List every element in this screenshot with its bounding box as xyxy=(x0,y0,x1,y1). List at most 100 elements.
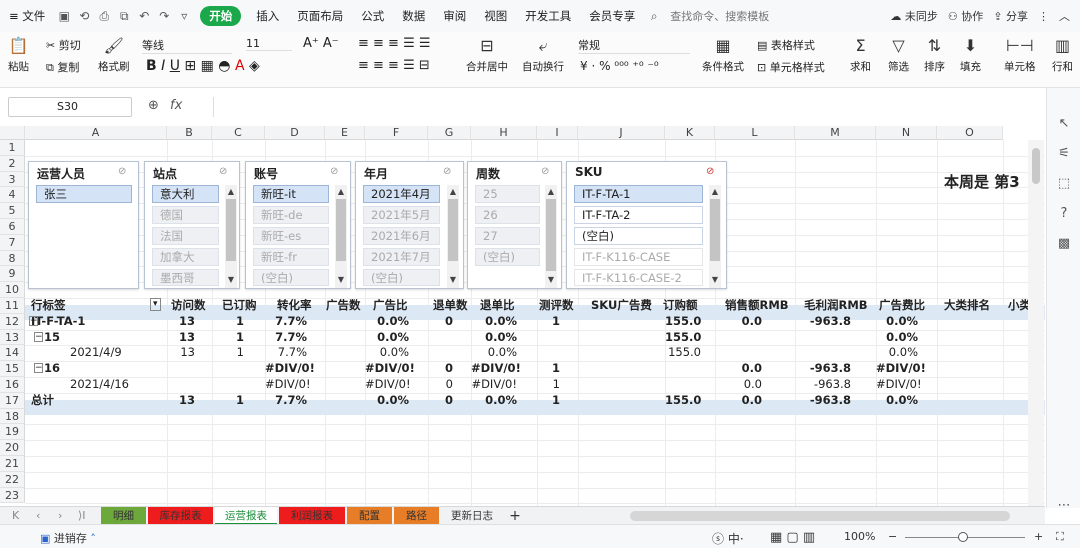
table-style-button[interactable]: ▤ 表格样式 xyxy=(757,37,815,53)
slicer-item[interactable]: 25 xyxy=(475,185,540,203)
pivot-cell[interactable]: 0.0% xyxy=(365,330,409,345)
pivot-cell[interactable]: 1 xyxy=(212,393,244,408)
pivot-cell[interactable]: 0 xyxy=(428,393,453,408)
sort-button[interactable]: ⇅ 排序 xyxy=(924,36,945,74)
zoom-slider-thumb[interactable] xyxy=(958,532,968,542)
tab-review[interactable]: 审阅 xyxy=(434,8,475,24)
pivot-cell[interactable]: 1 xyxy=(537,361,560,376)
pivot-cell[interactable]: 0.0 xyxy=(715,393,762,408)
horizontal-scrollbar[interactable] xyxy=(630,511,1010,521)
slicer-item[interactable]: 加拿大 xyxy=(152,248,219,266)
scroll-up-icon[interactable]: ▲ xyxy=(226,187,236,197)
row-header[interactable]: 1 xyxy=(0,140,25,156)
pivot-cell[interactable]: 13 xyxy=(167,393,195,408)
scroll-thumb[interactable] xyxy=(336,199,346,261)
pivot-cell[interactable]: 0.0% xyxy=(876,314,918,329)
cursor-icon[interactable]: ↖ xyxy=(1056,116,1072,132)
pivot-cell[interactable]: 0.0% xyxy=(876,330,918,345)
slicer-item[interactable]: 法国 xyxy=(152,227,219,245)
slicer-item[interactable]: (空白) xyxy=(363,269,440,286)
row-header[interactable]: 11 xyxy=(0,298,25,314)
column-header[interactable]: L xyxy=(715,126,795,140)
scroll-down-icon[interactable]: ▼ xyxy=(546,275,556,285)
tab-page-layout[interactable]: 页面布局 xyxy=(288,8,352,24)
pivot-cell[interactable]: #DIV/0! xyxy=(876,361,926,376)
scroll-thumb[interactable] xyxy=(546,199,556,271)
clear-filter-icon[interactable]: ⊘ xyxy=(330,166,342,178)
slicer-item[interactable]: IT-F-TA-1 xyxy=(574,185,703,203)
pivot-header[interactable]: 已订购 xyxy=(222,298,257,313)
pivot-header[interactable]: 大类排名 xyxy=(944,298,990,313)
pivot-cell[interactable]: 0.0 xyxy=(715,361,762,376)
paste-button[interactable]: 📋 粘贴 xyxy=(8,36,29,74)
filter-button[interactable]: ▽ 筛选 xyxy=(888,36,909,74)
pivot-header[interactable]: 广告费比 xyxy=(879,298,925,313)
sum-button[interactable]: Σ 求和 xyxy=(850,36,871,74)
formula-input[interactable] xyxy=(213,97,1043,117)
scroll-thumb[interactable] xyxy=(710,199,720,261)
zoom-out-icon[interactable]: − xyxy=(888,530,897,543)
slicer-item[interactable]: 新旺-es xyxy=(253,227,329,245)
pivot-cell[interactable]: 13 xyxy=(167,345,195,360)
pivot-cell[interactable]: 155.0 xyxy=(665,330,701,345)
pivot-cell[interactable]: 0.0% xyxy=(471,314,517,329)
zoom-in-icon[interactable]: + xyxy=(1034,530,1043,543)
scroll-down-icon[interactable]: ▼ xyxy=(336,275,346,285)
pivot-cell[interactable]: #DIV/0! xyxy=(365,377,411,392)
scroll-thumb[interactable] xyxy=(1032,148,1040,184)
slicer-item[interactable]: 墨西哥 xyxy=(152,269,219,286)
last-sheet-icon[interactable]: ⟩I xyxy=(78,507,86,525)
app-status[interactable]: ▣ 进销存 ˄ xyxy=(40,530,96,546)
pivot-cell[interactable]: 155.0 xyxy=(665,314,701,329)
pivot-cell[interactable]: 0.0% xyxy=(876,393,918,408)
prev-sheet-icon[interactable]: ‹ xyxy=(36,507,40,525)
pivot-row-label[interactable]: 2021/4/9 xyxy=(70,345,122,360)
sheet-tab-changelog[interactable]: 更新日志 xyxy=(441,507,503,525)
column-header[interactable]: F xyxy=(365,126,428,140)
select-icon[interactable]: ⬚ xyxy=(1056,176,1072,192)
pivot-cell[interactable]: 1 xyxy=(537,393,560,408)
slicer-scrollbar[interactable]: ▲ ▼ xyxy=(225,185,237,288)
tab-view[interactable]: 视图 xyxy=(475,8,516,24)
cell-style-button[interactable]: ⊡ 单元格样式 xyxy=(757,59,825,75)
row-header[interactable]: 2 xyxy=(0,155,25,172)
number-format-select[interactable]: 常规 xyxy=(578,37,690,54)
column-header[interactable]: E xyxy=(325,126,365,140)
slicer-item[interactable]: IT-F-K116-CASE xyxy=(574,248,703,266)
add-sheet-button[interactable]: + xyxy=(505,507,525,525)
sync-status[interactable]: ☁ 未同步 xyxy=(890,8,938,24)
format-painter-button[interactable]: 🖌 格式刷 xyxy=(98,36,130,74)
sheet-tab-config[interactable]: 配置 xyxy=(347,507,392,525)
row-header[interactable]: 14 xyxy=(0,345,25,362)
row-header[interactable]: 23 xyxy=(0,487,25,504)
scroll-thumb[interactable] xyxy=(226,199,236,261)
print-preview-icon[interactable]: ⧉ xyxy=(114,6,134,26)
fx-icon[interactable]: fx xyxy=(170,98,182,113)
first-sheet-icon[interactable]: K xyxy=(12,507,19,525)
pivot-cell[interactable]: 1 xyxy=(537,377,560,392)
filter-dropdown-icon[interactable]: ▾ xyxy=(150,298,161,311)
collapse-icon[interactable]: − xyxy=(34,331,43,342)
conditional-format-button[interactable]: ▦ 条件格式 xyxy=(702,36,744,74)
tab-data[interactable]: 数据 xyxy=(393,8,434,24)
chevron-down-icon[interactable]: ▿ xyxy=(174,6,194,26)
pivot-cell[interactable]: 0.0 xyxy=(715,377,762,392)
pivot-header[interactable]: 广告数 xyxy=(326,298,361,313)
collapse-icon[interactable]: ︿ xyxy=(1059,8,1070,24)
row-header[interactable]: 9 xyxy=(0,266,25,283)
slicer-item[interactable]: (空白) xyxy=(475,248,540,266)
row-header[interactable]: 16 xyxy=(0,377,25,393)
number-format-icons[interactable]: ¥ · % ⁰⁰⁰ ⁺⁰ ⁻⁰ xyxy=(580,59,659,73)
pivot-cell[interactable]: 13 xyxy=(167,330,195,345)
row-header[interactable]: 12 xyxy=(0,313,25,330)
row-header[interactable]: 18 xyxy=(0,408,25,425)
slicer-item[interactable]: IT-F-K116-CASE-2 xyxy=(574,269,703,286)
pivot-cell[interactable]: 0.0% xyxy=(365,345,409,360)
pivot-cell[interactable]: 0 xyxy=(428,314,453,329)
pivot-row-label[interactable]: 16 xyxy=(44,361,60,376)
column-header[interactable]: D xyxy=(265,126,325,140)
pivot-cell[interactable]: 0.0% xyxy=(471,330,517,345)
pivot-cell[interactable]: 7.7% xyxy=(265,345,307,360)
collapse-icon[interactable]: − xyxy=(34,363,43,374)
pivot-header[interactable]: 行标签 xyxy=(31,298,66,313)
